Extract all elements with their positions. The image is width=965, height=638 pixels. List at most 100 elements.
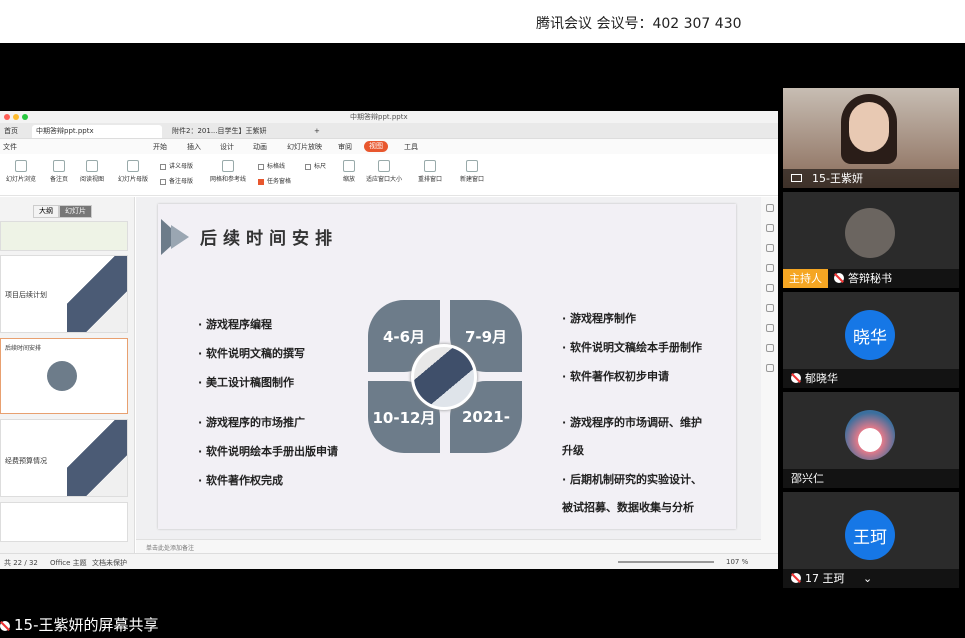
participant-video-panel: 15-王紫妍 主持人 答辩秘书 晓华 郁晓华 邵兴仁 王珂 17 王珂 ⌄ — [783, 88, 965, 590]
participant-tile[interactable]: 15-王紫妍 — [783, 88, 959, 188]
tool-icon[interactable] — [765, 204, 774, 212]
slide-thumbnail-panel: 大纲 幻灯片 项目后续计划 后续时间安排 经费预算情况 — [0, 197, 135, 553]
shared-screen-window: 中期答辩ppt.pptx 首页 中期答辩ppt.pptx 附件2：201...目… — [0, 111, 778, 569]
avatar: 晓华 — [845, 310, 895, 360]
right-bullet: · 游戏程序的市场调研、维护 — [562, 416, 703, 429]
center-image — [411, 344, 477, 410]
close-window-button[interactable] — [4, 114, 10, 120]
avatar — [845, 410, 895, 460]
fit-icon — [378, 160, 390, 172]
slide-thumbnail[interactable]: 项目后续计划 — [0, 255, 128, 333]
reading-view-button[interactable]: 阅读视图 — [80, 160, 104, 183]
tab-slides[interactable]: 幻灯片 — [59, 205, 92, 218]
notes-master-toggle[interactable]: 备注母版 — [160, 176, 193, 185]
mic-muted-icon — [791, 373, 801, 383]
current-slide: 后续时间安排 · 游戏程序编程 · 软件说明文稿的撰写 · 美工设计稿图制作 ·… — [158, 204, 736, 529]
windows-icon — [424, 160, 436, 172]
page-indicator: 共 22 / 32 — [4, 559, 38, 567]
document-tab-bar: 首页 中期答辩ppt.pptx 附件2：201...目学生】王紫妍 + — [0, 123, 778, 139]
slide-thumbnail[interactable] — [0, 221, 128, 251]
theme-label: Office 主题 — [50, 559, 87, 567]
minimize-window-button[interactable] — [13, 114, 19, 120]
master-icon — [127, 160, 139, 172]
notes-page-button[interactable]: 备注页 — [50, 160, 68, 183]
tool-icon[interactable] — [765, 224, 774, 232]
fit-window-button[interactable]: 适应窗口大小 — [366, 160, 402, 183]
arrange-windows-button[interactable]: 重排窗口 — [418, 160, 442, 183]
slide-thumbnail[interactable]: 经费预算情况 — [0, 419, 128, 497]
participant-tile[interactable]: 主持人 答辩秘书 — [783, 192, 959, 288]
slide-thumbnail-selected[interactable]: 后续时间安排 — [0, 338, 128, 414]
avatar: 王珂 — [845, 510, 895, 560]
protect-status: 文档未保护 — [92, 559, 127, 567]
zoom-level: 107 % — [726, 558, 749, 566]
tool-icon[interactable] — [765, 304, 774, 312]
tool-icon[interactable] — [765, 264, 774, 272]
chevron-right-icon — [161, 219, 189, 255]
new-window-button[interactable]: 新建窗口 — [460, 160, 484, 183]
menu-view[interactable]: 视图 — [364, 141, 388, 152]
tool-icon[interactable] — [765, 244, 774, 252]
tab-outline[interactable]: 大纲 — [33, 205, 59, 218]
chevron-down-icon[interactable]: ⌄ — [863, 569, 872, 588]
participant-tile[interactable]: 王珂 17 王珂 ⌄ — [783, 492, 959, 588]
right-bullet: · 软件著作权初步申请 — [562, 370, 670, 383]
menu-slideshow[interactable]: 幻灯片放映 — [287, 142, 322, 152]
tab-current-document[interactable]: 中期答辩ppt.pptx — [32, 125, 162, 138]
menu-start[interactable]: 开始 — [153, 142, 167, 152]
new-tab-icon[interactable]: + — [310, 125, 324, 138]
screen-share-label: 15-王紫妍的屏幕共享 — [0, 614, 159, 635]
host-badge: 主持人 — [783, 269, 828, 288]
menu-animation[interactable]: 动画 — [253, 142, 267, 152]
tool-icon[interactable] — [765, 324, 774, 332]
notes-area[interactable]: 单击此处添加备注 — [136, 539, 761, 553]
slide-master-button[interactable]: 幻灯片母版 — [118, 160, 148, 183]
ribbon-toolbar: 幻灯片浏览 备注页 阅读视图 幻灯片母版 讲义母版 备注母版 网格和参考线 标格… — [0, 154, 778, 196]
new-window-icon — [466, 160, 478, 172]
menu-tools[interactable]: 工具 — [404, 142, 418, 152]
menu-insert[interactable]: 插入 — [187, 142, 201, 152]
right-bullet: · 软件说明文稿绘本手册制作 — [562, 341, 703, 354]
tab-attachment[interactable]: 附件2：201...目学生】王紫妍 — [168, 125, 298, 138]
zoom-slider[interactable] — [618, 561, 714, 563]
tab-home[interactable]: 首页 — [0, 125, 22, 138]
slide-canvas: 后续时间安排 · 游戏程序编程 · 软件说明文稿的撰写 · 美工设计稿图制作 ·… — [136, 197, 761, 539]
handout-master-toggle[interactable]: 讲义母版 — [160, 161, 193, 170]
tool-icon[interactable] — [765, 344, 774, 352]
zoom-button[interactable]: 缩放 — [343, 160, 355, 183]
title-bar: 中期答辩ppt.pptx — [0, 111, 778, 123]
mic-muted-icon — [791, 573, 801, 583]
screen-share-icon — [791, 174, 802, 182]
task-pane-checkbox[interactable]: 任务窗格 — [258, 176, 291, 185]
grid-icon — [15, 160, 27, 172]
maximize-window-button[interactable] — [22, 114, 28, 120]
menu-design[interactable]: 设计 — [220, 142, 234, 152]
tool-icon[interactable] — [765, 364, 774, 372]
participant-tile[interactable]: 晓华 郁晓华 — [783, 292, 959, 388]
window-filename: 中期答辩ppt.pptx — [350, 113, 408, 121]
grid-lines-icon — [222, 160, 234, 172]
left-bullet: · 美工设计稿图制作 — [198, 376, 295, 389]
menu-bar: 文件 开始 插入 设计 动画 幻灯片放映 审阅 视图 工具 — [0, 139, 778, 154]
ruler-checkbox[interactable]: 标尺 — [305, 161, 326, 170]
slide-sorter-button[interactable]: 幻灯片浏览 — [6, 160, 36, 183]
grid-guides-button[interactable]: 网格和参考线 — [210, 160, 246, 183]
meeting-info: 腾讯会议 会议号：402 307 430 — [536, 16, 742, 32]
participant-tile[interactable]: 邵兴仁 — [783, 392, 959, 488]
slide-title: 后续时间安排 — [200, 229, 338, 249]
mic-icon — [0, 621, 10, 631]
left-bullet: · 软件说明绘本手册出版申请 — [198, 445, 339, 458]
right-tool-strip — [761, 197, 778, 553]
right-bullet: 被试招募、数据收集与分析 — [562, 501, 694, 514]
status-bar: 共 22 / 32 Office 主题 文档未保护 107 % — [0, 553, 778, 569]
menu-file[interactable]: 文件 — [3, 142, 17, 152]
tool-icon[interactable] — [765, 284, 774, 292]
avatar — [845, 208, 895, 258]
meeting-top-bar: 腾讯会议 会议号：402 307 430 — [0, 0, 965, 43]
gridlines-checkbox[interactable]: 标格线 — [258, 161, 285, 170]
slide-thumbnail[interactable] — [0, 502, 128, 542]
menu-review[interactable]: 审阅 — [338, 142, 352, 152]
left-bullet: · 游戏程序的市场推广 — [198, 416, 306, 429]
right-bullet: 升级 — [562, 444, 584, 457]
left-bullet: · 软件说明文稿的撰写 — [198, 347, 306, 360]
